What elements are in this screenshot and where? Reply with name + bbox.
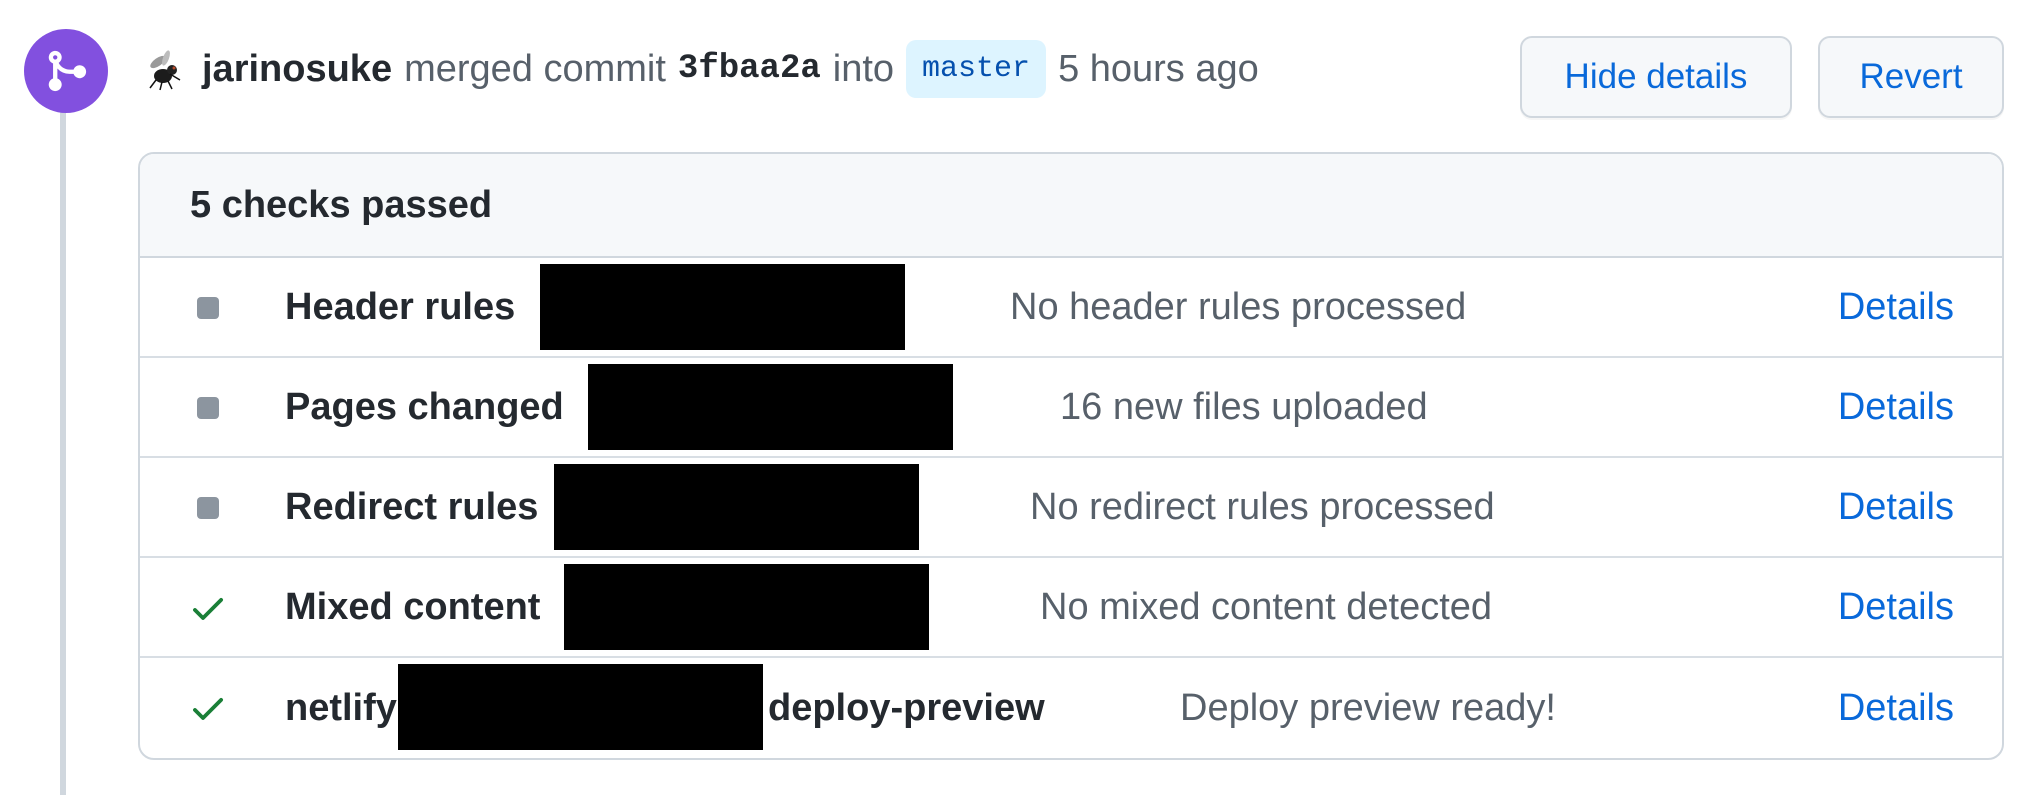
success-status-icon: [188, 688, 228, 728]
hide-details-button[interactable]: Hide details: [1520, 36, 1792, 118]
git-merge-icon: [48, 50, 87, 92]
check-icon: [193, 598, 223, 620]
check-name-suffix: deploy-preview: [768, 686, 1045, 729]
square-icon: [197, 497, 219, 519]
details-link[interactable]: Details: [1838, 286, 1954, 329]
check-description: No header rules processed: [1010, 285, 1467, 328]
check-description: No mixed content detected: [1040, 585, 1493, 628]
neutral-status-icon: [188, 488, 228, 528]
into-text: into: [832, 47, 895, 90]
redacted-block: [540, 264, 905, 350]
merge-icon: [24, 29, 108, 113]
neutral-status-icon: [188, 388, 228, 428]
check-row-redirect-rules: Redirect rules No redirect rules process…: [140, 458, 2002, 558]
commit-sha-link[interactable]: 3fbaa2a: [678, 50, 821, 88]
check-row-pages-changed: Pages changed 16 new files uploaded Deta…: [140, 358, 2002, 458]
details-link[interactable]: Details: [1838, 386, 1954, 429]
author-link[interactable]: jarinosuke: [202, 48, 392, 91]
event-action-text: merged commit: [404, 47, 666, 90]
timeline-line: [60, 95, 66, 795]
checks-panel: 5 checks passed Header rules No header r…: [138, 152, 2004, 760]
fly-avatar-icon: [149, 50, 181, 91]
merge-event-header: jarinosuke merged commit 3fbaa2a into ma…: [140, 40, 1259, 98]
check-name: Header rules: [285, 285, 516, 328]
square-icon: [197, 397, 219, 419]
redacted-block: [398, 664, 763, 750]
check-description: Deploy preview ready!: [1180, 686, 1556, 729]
event-timestamp[interactable]: 5 hours ago: [1058, 48, 1259, 91]
square-icon: [197, 297, 219, 319]
revert-button[interactable]: Revert: [1818, 36, 2004, 118]
check-description: No redirect rules processed: [1030, 485, 1495, 528]
check-name: netlify: [285, 686, 397, 729]
details-link[interactable]: Details: [1838, 586, 1954, 629]
neutral-status-icon: [188, 288, 228, 328]
check-name: Pages changed: [285, 385, 564, 428]
check-row-netlify-deploy-preview: netlify deploy-preview Deploy preview re…: [140, 658, 2002, 758]
check-row-header-rules: Header rules No header rules processed D…: [140, 258, 2002, 358]
check-name: Redirect rules: [285, 485, 539, 528]
avatar[interactable]: [140, 44, 190, 94]
check-description: 16 new files uploaded: [1060, 385, 1428, 428]
redacted-block: [554, 464, 919, 550]
check-row-mixed-content: Mixed content No mixed content detected …: [140, 558, 2002, 658]
check-icon: [193, 698, 223, 720]
details-link[interactable]: Details: [1838, 687, 1954, 730]
success-status-icon: [188, 588, 228, 628]
redacted-block: [564, 564, 929, 650]
check-name: Mixed content: [285, 585, 541, 628]
details-link[interactable]: Details: [1838, 486, 1954, 529]
branch-name[interactable]: master: [906, 40, 1047, 98]
checks-summary: 5 checks passed: [140, 154, 2002, 258]
redacted-block: [588, 364, 953, 450]
